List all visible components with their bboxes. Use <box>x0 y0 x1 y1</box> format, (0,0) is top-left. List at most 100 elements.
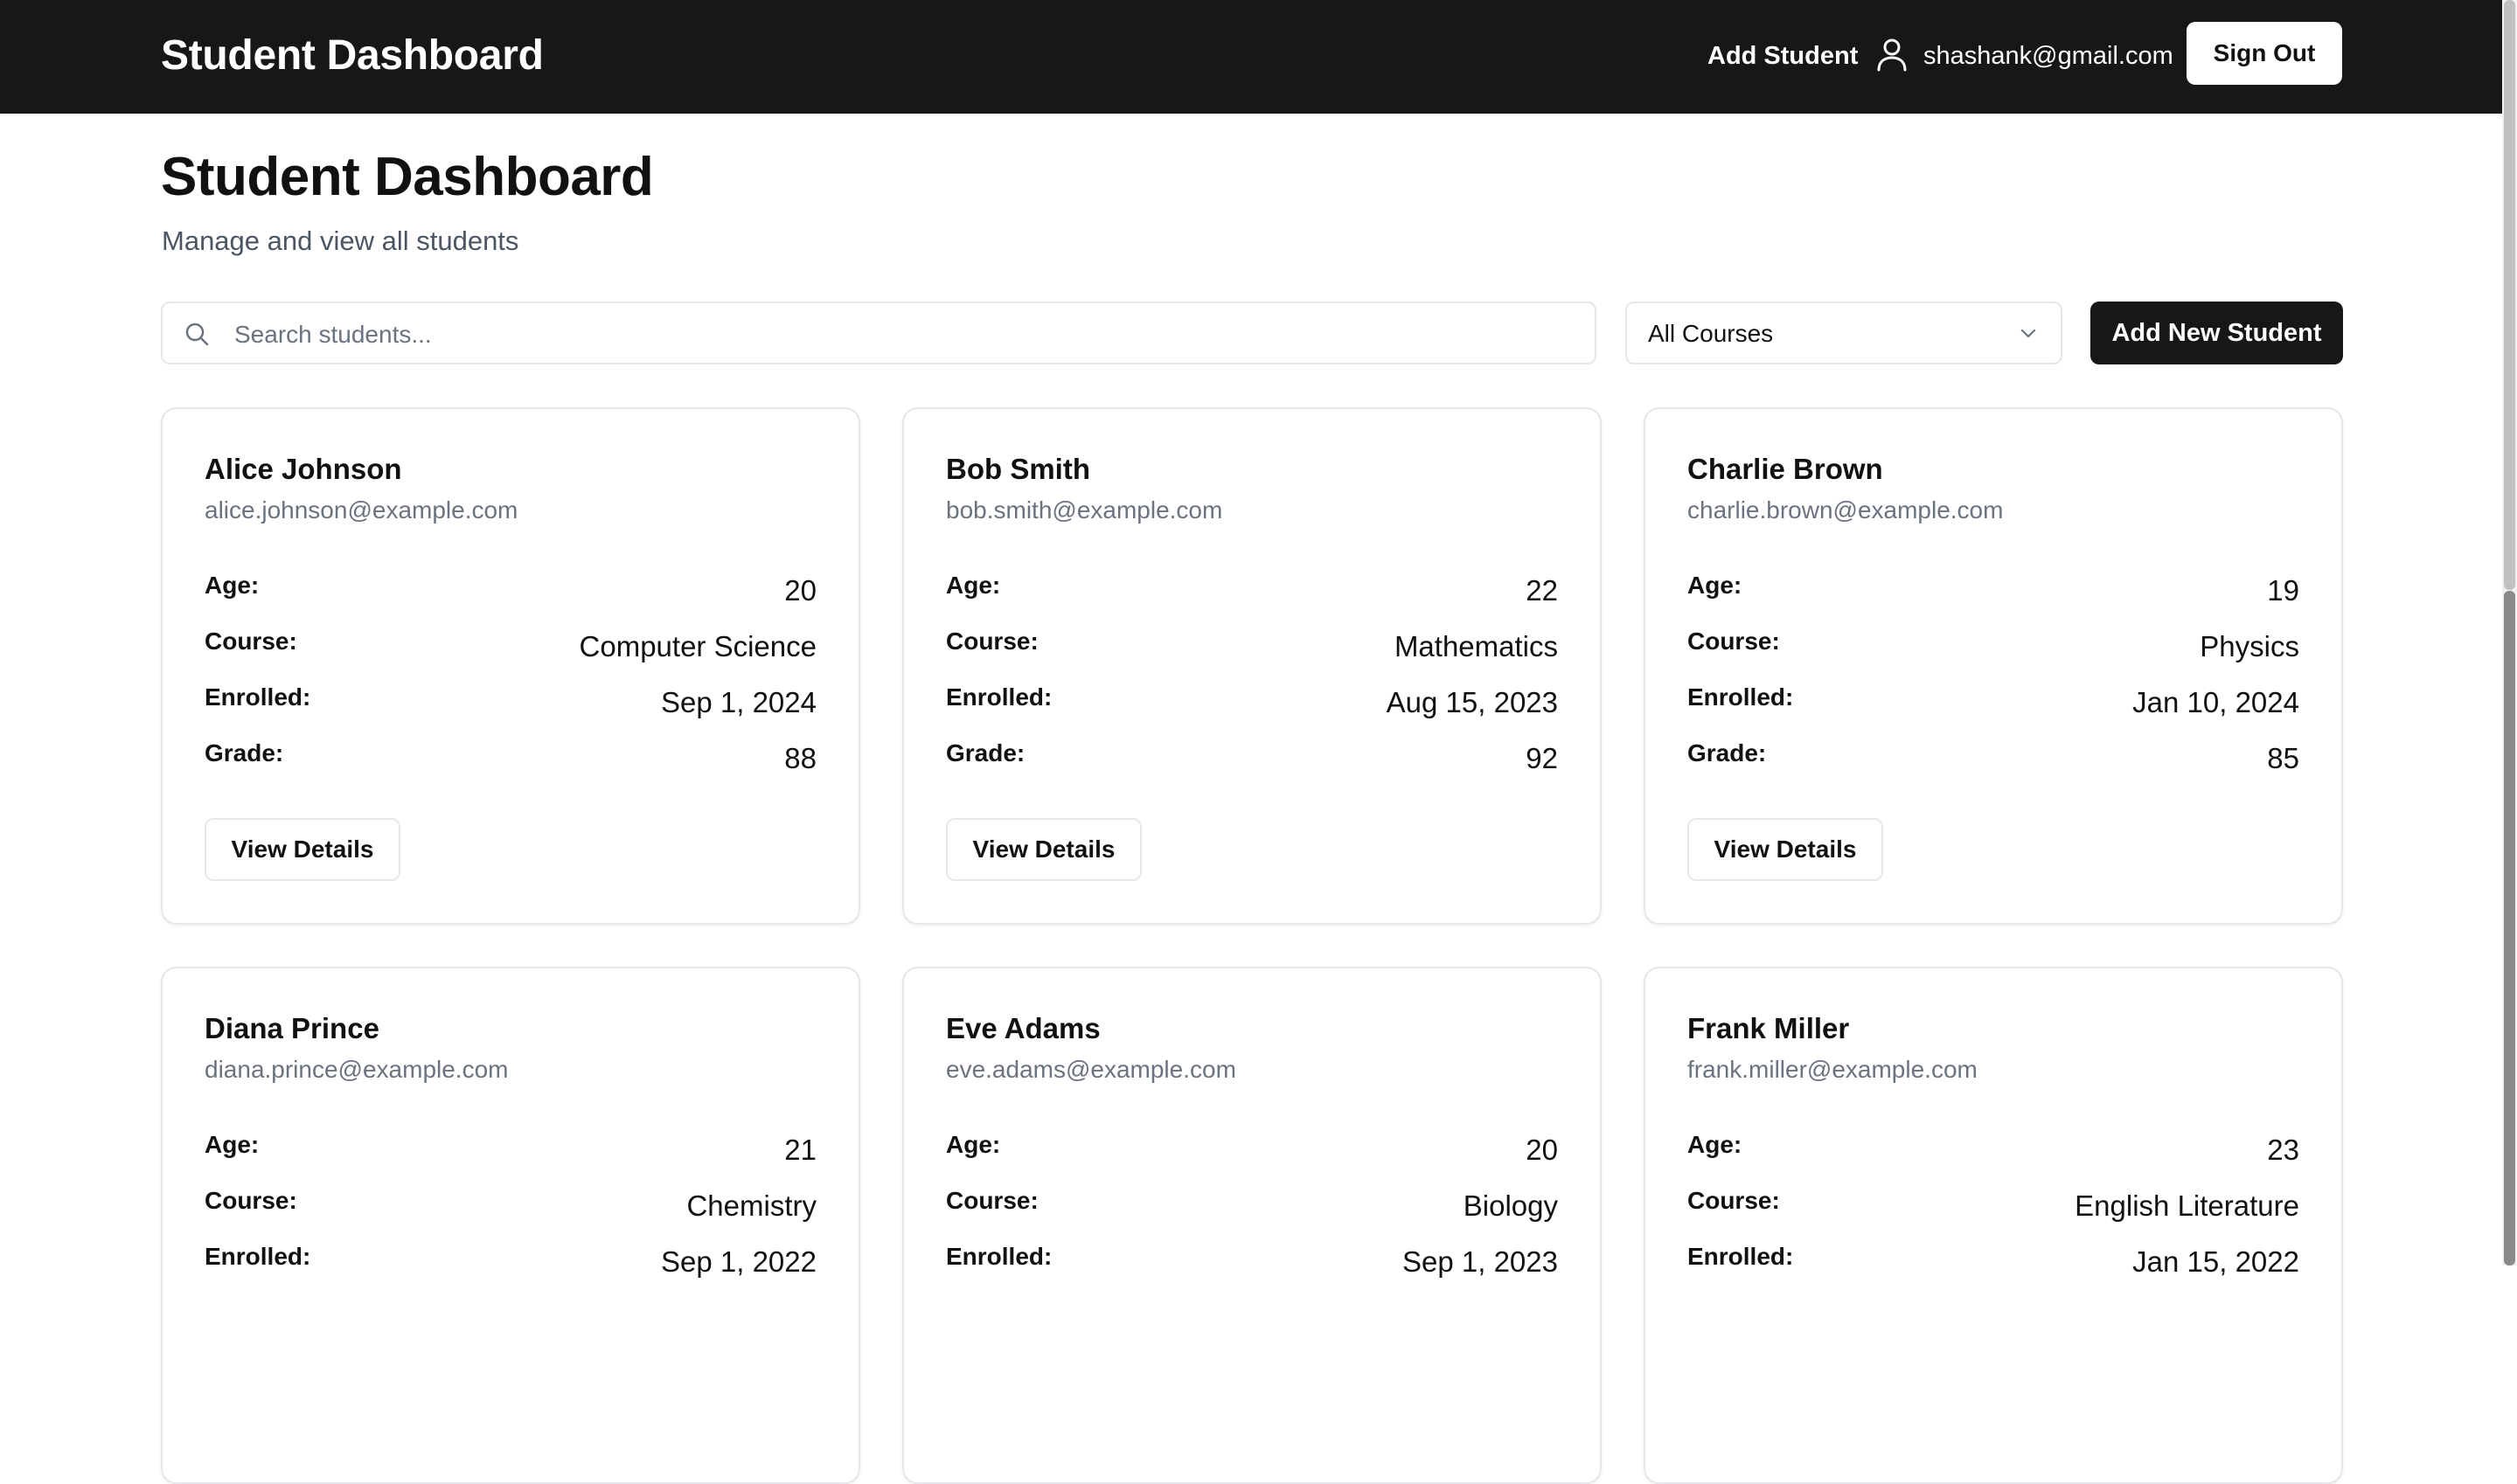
age-value: 22 <box>1526 574 1558 607</box>
student-card: Diana Prince diana.prince@example.com Ag… <box>161 967 860 1484</box>
age-row: Age: 23 <box>1687 1127 2299 1171</box>
age-value: 20 <box>784 574 817 607</box>
enrolled-row: Enrolled: Aug 15, 2023 <box>946 680 1558 724</box>
student-email: frank.miller@example.com <box>1687 1056 1978 1083</box>
course-row: Course: English Literature <box>1687 1183 2299 1227</box>
enrolled-row: Enrolled: Sep 1, 2024 <box>205 680 817 724</box>
page-title: Student Dashboard <box>161 147 654 207</box>
view-details-button[interactable]: View Details <box>1687 818 1883 881</box>
course-label: Course: <box>1687 628 1780 655</box>
course-value: English Literature <box>2075 1189 2299 1222</box>
student-name: Eve Adams <box>946 1012 1101 1044</box>
age-row: Age: 20 <box>205 568 817 612</box>
brand-title[interactable]: Student Dashboard <box>161 28 544 84</box>
student-email: bob.smith@example.com <box>946 496 1223 524</box>
grade-label: Grade: <box>1687 739 1767 766</box>
course-value: Computer Science <box>579 630 817 662</box>
enrolled-label: Enrolled: <box>1687 1243 1794 1270</box>
course-value: Physics <box>2200 630 2299 662</box>
student-name: Diana Prince <box>205 1012 379 1044</box>
user-icon <box>1877 38 1907 72</box>
search-icon <box>185 322 209 346</box>
course-label: Course: <box>946 628 1039 655</box>
age-label: Age: <box>205 1131 260 1158</box>
student-name: Charlie Brown <box>1687 453 1883 485</box>
add-new-student-button[interactable]: Add New Student <box>2090 302 2343 364</box>
page-subtitle: Manage and view all students <box>162 225 519 256</box>
course-label: Course: <box>1687 1187 1780 1214</box>
course-label: Course: <box>205 628 297 655</box>
enrolled-value: Aug 15, 2023 <box>1386 686 1558 718</box>
student-name: Bob Smith <box>946 453 1090 485</box>
course-filter-select[interactable]: All Courses <box>1625 302 2062 364</box>
search-input[interactable] <box>233 310 1565 359</box>
top-navbar: Student Dashboard Add Student shashank@g… <box>0 0 2502 114</box>
scrollbar-track-upper[interactable] <box>2504 0 2515 590</box>
student-name: Frank Miller <box>1687 1012 1850 1044</box>
scrollbar[interactable] <box>2502 0 2517 1266</box>
grade-row: Grade: 85 <box>1687 736 2299 780</box>
course-filter-value: All Courses <box>1648 320 1774 347</box>
enrolled-label: Enrolled: <box>205 1243 311 1270</box>
course-row: Course: Mathematics <box>946 624 1558 668</box>
grade-value: 85 <box>2267 742 2299 774</box>
chevron-down-icon <box>2020 329 2036 338</box>
enrolled-value: Jan 10, 2024 <box>2132 686 2299 718</box>
student-name: Alice Johnson <box>205 453 402 485</box>
course-label: Course: <box>946 1187 1039 1214</box>
age-row: Age: 20 <box>946 1127 1558 1171</box>
student-card: Charlie Brown charlie.brown@example.com … <box>1644 407 2343 925</box>
course-value: Biology <box>1463 1189 1558 1222</box>
enrolled-value: Jan 15, 2022 <box>2132 1245 2299 1278</box>
age-row: Age: 21 <box>205 1127 817 1171</box>
enrolled-label: Enrolled: <box>946 1243 1053 1270</box>
course-row: Course: Chemistry <box>205 1183 817 1227</box>
view-details-button[interactable]: View Details <box>205 818 400 881</box>
student-card: Bob Smith bob.smith@example.com Age: 22 … <box>902 407 1602 925</box>
sign-out-button[interactable]: Sign Out <box>2187 22 2342 85</box>
grade-label: Grade: <box>205 739 284 766</box>
age-label: Age: <box>1687 572 1742 599</box>
course-row: Course: Physics <box>1687 624 2299 668</box>
age-label: Age: <box>946 572 1001 599</box>
enrolled-label: Enrolled: <box>1687 683 1794 711</box>
course-row: Course: Biology <box>946 1183 1558 1227</box>
grade-row: Grade: 88 <box>205 736 817 780</box>
student-card: Eve Adams eve.adams@example.com Age: 20 … <box>902 967 1602 1484</box>
enrolled-label: Enrolled: <box>205 683 311 711</box>
student-card: Frank Miller frank.miller@example.com Ag… <box>1644 967 2343 1484</box>
enrolled-row: Enrolled: Jan 15, 2022 <box>1687 1239 2299 1283</box>
course-value: Mathematics <box>1394 630 1558 662</box>
enrolled-row: Enrolled: Sep 1, 2022 <box>205 1239 817 1283</box>
student-card: Alice Johnson alice.johnson@example.com … <box>161 407 860 925</box>
course-label: Course: <box>205 1187 297 1214</box>
grade-row: Grade: 92 <box>946 736 1558 780</box>
age-row: Age: 22 <box>946 568 1558 612</box>
enrolled-value: Sep 1, 2023 <box>1402 1245 1558 1278</box>
enrolled-value: Sep 1, 2022 <box>661 1245 817 1278</box>
nav-add-student-link[interactable]: Add Student <box>1707 35 1858 77</box>
student-email: diana.prince@example.com <box>205 1056 509 1083</box>
age-row: Age: 19 <box>1687 568 2299 612</box>
enrolled-value: Sep 1, 2024 <box>661 686 817 718</box>
view-details-button[interactable]: View Details <box>946 818 1142 881</box>
age-value: 19 <box>2267 574 2299 607</box>
user-email: shashank@gmail.com <box>1923 42 2173 70</box>
grade-label: Grade: <box>946 739 1026 766</box>
enrolled-row: Enrolled: Sep 1, 2023 <box>946 1239 1558 1283</box>
age-label: Age: <box>1687 1131 1742 1158</box>
age-value: 21 <box>784 1134 817 1166</box>
grade-value: 92 <box>1526 742 1558 774</box>
student-email: alice.johnson@example.com <box>205 496 518 524</box>
student-email: eve.adams@example.com <box>946 1056 1236 1083</box>
course-row: Course: Computer Science <box>205 624 817 668</box>
age-label: Age: <box>946 1131 1001 1158</box>
enrolled-label: Enrolled: <box>946 683 1053 711</box>
enrolled-row: Enrolled: Jan 10, 2024 <box>1687 680 2299 724</box>
scrollbar-thumb[interactable] <box>2504 591 2515 1266</box>
age-label: Age: <box>205 572 260 599</box>
grade-value: 88 <box>784 742 817 774</box>
search-box[interactable] <box>161 302 1596 364</box>
age-value: 23 <box>2267 1134 2299 1166</box>
age-value: 20 <box>1526 1134 1558 1166</box>
